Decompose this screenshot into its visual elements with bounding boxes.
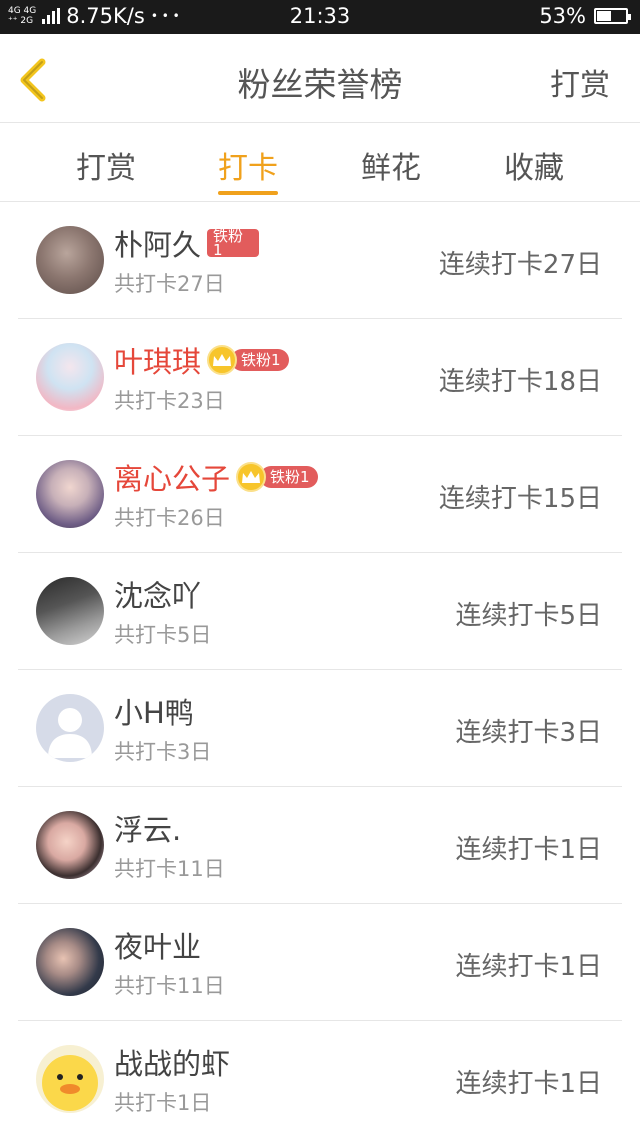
list-item[interactable]: 夜叶业 共打卡11日 连续打卡1日 (18, 904, 622, 1021)
fan-level-badge: 铁粉1 (207, 345, 289, 375)
user-name[interactable]: 离心公子 (114, 456, 230, 498)
tab-label: 鲜花 (361, 151, 421, 186)
fan-list: 朴阿久 铁粉 1 共打卡27日 连续打卡27日 叶琪琪 铁粉1 共打卡23日 连续… (0, 202, 640, 1137)
battery-icon (594, 8, 631, 24)
tab-label: 收藏 (504, 151, 564, 186)
avatar[interactable] (36, 577, 104, 645)
user-name[interactable]: 浮云. (114, 807, 181, 849)
tab-label: 打赏 (76, 151, 136, 186)
avatar[interactable] (36, 1045, 104, 1113)
total-checkins: 共打卡26日 (114, 506, 225, 530)
user-name[interactable]: 叶琪琪 (114, 339, 201, 381)
streak-text: 连续打卡1日 (455, 952, 602, 982)
tab-favorites[interactable]: 收藏 (474, 143, 594, 187)
avatar[interactable] (36, 343, 104, 411)
streak-text: 连续打卡27日 (438, 250, 602, 280)
status-bar: 4G 4G ⁺⁺ 2G 8.75K/s • • • 21:33 53% (0, 0, 640, 34)
user-name[interactable]: 小H鸭 (114, 690, 194, 732)
crown-icon (207, 345, 238, 375)
total-checkins: 共打卡27日 (114, 272, 225, 296)
crown-icon (236, 462, 267, 492)
total-checkins: 共打卡5日 (114, 623, 212, 647)
avatar[interactable] (36, 226, 104, 294)
list-item[interactable]: 小H鸭 共打卡3日 连续打卡3日 (18, 670, 622, 787)
status-right: 53% (539, 4, 631, 28)
tab-checkin[interactable]: 打卡 (188, 143, 308, 195)
streak-text: 连续打卡3日 (455, 718, 602, 748)
badge-label: 铁粉1 (260, 466, 318, 488)
tab-reward[interactable]: 打赏 (46, 143, 166, 187)
page-title: 粉丝荣誉榜 (237, 65, 403, 104)
streak-text: 连续打卡1日 (455, 1069, 602, 1099)
list-item[interactable]: 浮云. 共打卡11日 连续打卡1日 (18, 787, 622, 904)
nav-header: 粉丝荣誉榜 打赏 (0, 34, 640, 123)
user-name[interactable]: 沈念吖 (114, 573, 201, 615)
user-name[interactable]: 朴阿久 (114, 222, 201, 264)
user-name[interactable]: 夜叶业 (114, 924, 201, 966)
total-checkins: 共打卡1日 (114, 1091, 212, 1115)
list-item[interactable]: 离心公子 铁粉1 共打卡26日 连续打卡15日 (18, 436, 622, 553)
fan-level-badge: 铁粉1 (236, 462, 318, 492)
active-tab-indicator (218, 191, 278, 195)
list-item[interactable]: 朴阿久 铁粉 1 共打卡27日 连续打卡27日 (18, 202, 622, 319)
avatar[interactable] (36, 460, 104, 528)
total-checkins: 共打卡23日 (114, 389, 225, 413)
avatar[interactable] (36, 928, 104, 996)
list-item[interactable]: 战战的虾 共打卡1日 连续打卡1日 (18, 1021, 622, 1137)
tab-bar: 打赏 打卡 鲜花 收藏 (0, 123, 640, 202)
streak-text: 连续打卡5日 (455, 601, 602, 631)
list-item[interactable]: 沈念吖 共打卡5日 连续打卡5日 (18, 553, 622, 670)
default-avatar[interactable] (36, 694, 104, 762)
total-checkins: 共打卡11日 (114, 857, 225, 881)
reward-button[interactable]: 打赏 (550, 60, 610, 104)
duck-avatar-icon (42, 1055, 98, 1111)
total-checkins: 共打卡3日 (114, 740, 212, 764)
user-name[interactable]: 战战的虾 (114, 1041, 230, 1083)
avatar[interactable] (36, 811, 104, 879)
user-silhouette-icon (48, 708, 92, 758)
streak-text: 连续打卡18日 (438, 367, 602, 397)
badge-label: 铁粉1 (231, 349, 289, 371)
streak-text: 连续打卡15日 (438, 484, 602, 514)
badge-line: 1 (213, 241, 223, 259)
tab-flowers[interactable]: 鲜花 (331, 143, 451, 187)
list-item[interactable]: 叶琪琪 铁粉1 共打卡23日 连续打卡18日 (18, 319, 622, 436)
fan-level-badge: 铁粉1 (207, 229, 260, 259)
total-checkins: 共打卡11日 (114, 974, 225, 998)
battery-percent: 53% (539, 4, 586, 28)
streak-text: 连续打卡1日 (455, 835, 602, 865)
tab-label: 打卡 (218, 151, 278, 186)
